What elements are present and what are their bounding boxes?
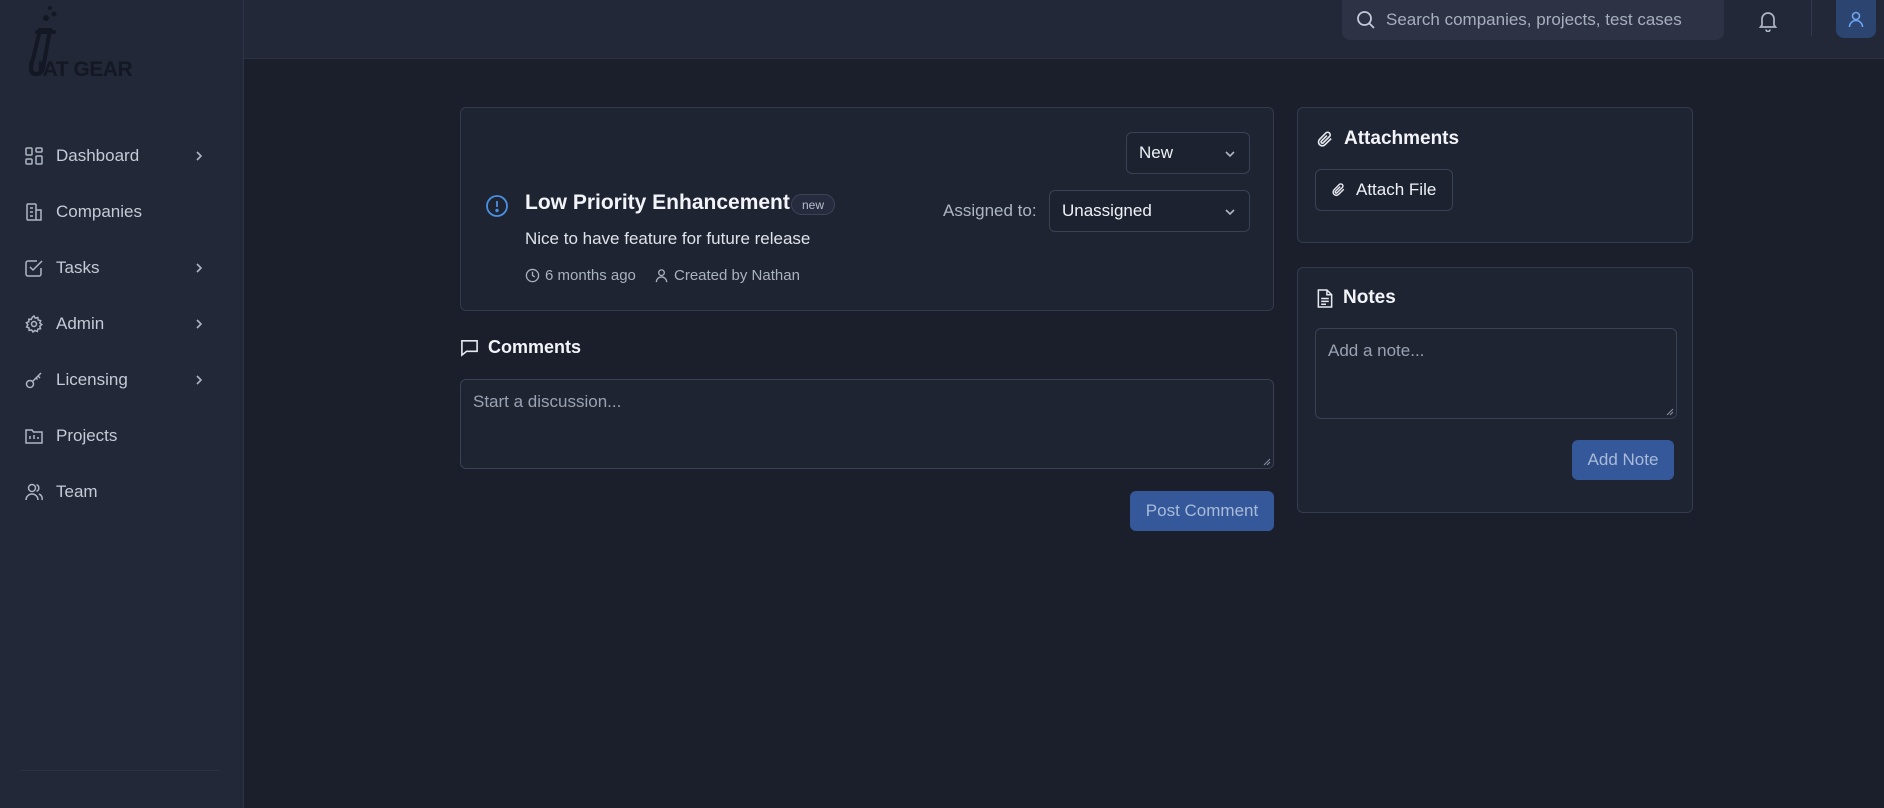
sidebar-item-label: Companies (56, 202, 142, 221)
notes-heading: Notes (1316, 287, 1396, 309)
comment-placeholder: Start a discussion... (473, 392, 622, 411)
chevron-right-icon (196, 375, 203, 385)
sidebar: UAT GEAR Dashboard Companies Tasks Admin… (0, 0, 244, 808)
chevron-right-icon (196, 319, 203, 329)
paperclip-icon (1317, 131, 1332, 147)
sidebar-item-label: Admin (56, 314, 105, 333)
sidebar-item-team[interactable]: Team (0, 464, 244, 520)
resize-handle-icon[interactable] (1666, 408, 1674, 416)
building-icon (24, 202, 44, 222)
sidebar-item-label: Team (56, 482, 98, 501)
comments-title: Comments (488, 337, 582, 357)
sidebar-item-admin[interactable]: Admin (0, 296, 244, 352)
notes-card: Notes Add a note... Add Note (1297, 267, 1693, 513)
comments-heading: Comments (460, 337, 581, 358)
sidebar-item-label: Tasks (56, 258, 100, 277)
sidebar-item-companies[interactable]: Companies (0, 184, 244, 240)
header-divider (1811, 0, 1812, 36)
user-icon (655, 269, 668, 283)
resize-handle-icon[interactable] (1263, 458, 1271, 466)
attachments-card: Attachments Attach File (1297, 107, 1693, 243)
notification-bell-icon[interactable] (1756, 8, 1780, 32)
chevron-right-icon (196, 263, 203, 273)
issue-creator: Created by Nathan (654, 267, 800, 284)
issue-title: Low Priority Enhancement (525, 191, 790, 214)
top-header: Search companies, projects, test cases (244, 0, 1884, 59)
status-value: New (1139, 143, 1174, 162)
message-square-icon (461, 340, 478, 357)
issue-card: New Low Priority Enhancement new Nice to… (460, 107, 1274, 311)
assignee-select[interactable]: Unassigned (1049, 190, 1250, 232)
paperclip-icon (1332, 183, 1345, 197)
sidebar-item-dashboard[interactable]: Dashboard (0, 128, 244, 184)
user-avatar-button[interactable] (1836, 0, 1876, 38)
sidebar-item-tasks[interactable]: Tasks (0, 240, 244, 296)
created-by: Created by Nathan (674, 267, 800, 284)
comment-textarea[interactable]: Start a discussion... (460, 379, 1274, 469)
folder-icon (24, 426, 44, 446)
status-badge: new (791, 194, 836, 215)
issue-time: 6 months ago (525, 267, 636, 284)
checkbox-icon (24, 258, 44, 278)
key-icon (24, 370, 44, 390)
chevron-right-icon (196, 151, 203, 161)
users-icon (24, 482, 44, 502)
search-placeholder: Search companies, projects, test cases (1386, 10, 1682, 29)
chevron-down-icon (1225, 151, 1235, 158)
note-textarea[interactable]: Add a note... (1315, 328, 1677, 419)
gear-icon (24, 314, 44, 334)
sidebar-item-label: Projects (56, 426, 118, 445)
sidebar-item-licensing[interactable]: Licensing (0, 352, 244, 408)
sidebar-divider (20, 770, 220, 771)
user-icon (1848, 11, 1864, 28)
dashboard-icon (24, 146, 44, 166)
alert-circle-icon (486, 195, 508, 217)
assigned-label: Assigned to: (943, 201, 1037, 220)
search-input[interactable]: Search companies, projects, test cases (1342, 0, 1724, 40)
issue-description: Nice to have feature for future release (525, 229, 811, 248)
clock-icon (525, 268, 540, 283)
notes-title: Notes (1343, 287, 1396, 308)
attachments-title: Attachments (1344, 128, 1460, 149)
attach-file-button[interactable]: Attach File (1315, 169, 1453, 211)
note-placeholder: Add a note... (1328, 341, 1425, 360)
attachments-heading: Attachments (1316, 128, 1459, 150)
sidebar-item-label: Dashboard (56, 146, 140, 165)
add-note-button[interactable]: Add Note (1572, 440, 1674, 480)
attach-file-label: Attach File (1356, 180, 1437, 199)
assignee-value: Unassigned (1062, 201, 1152, 220)
sidebar-item-projects[interactable]: Projects (0, 408, 244, 464)
post-comment-button[interactable]: Post Comment (1130, 491, 1274, 531)
search-icon (1357, 11, 1375, 29)
file-text-icon (1317, 288, 1333, 308)
time-ago: 6 months ago (545, 267, 636, 284)
logo-text: UAT GEAR (28, 58, 133, 81)
sidebar-nav: Dashboard Companies Tasks Admin Licensin… (0, 128, 244, 520)
status-select[interactable]: New (1126, 132, 1250, 174)
chevron-down-icon (1225, 209, 1235, 216)
sidebar-item-label: Licensing (56, 370, 128, 389)
